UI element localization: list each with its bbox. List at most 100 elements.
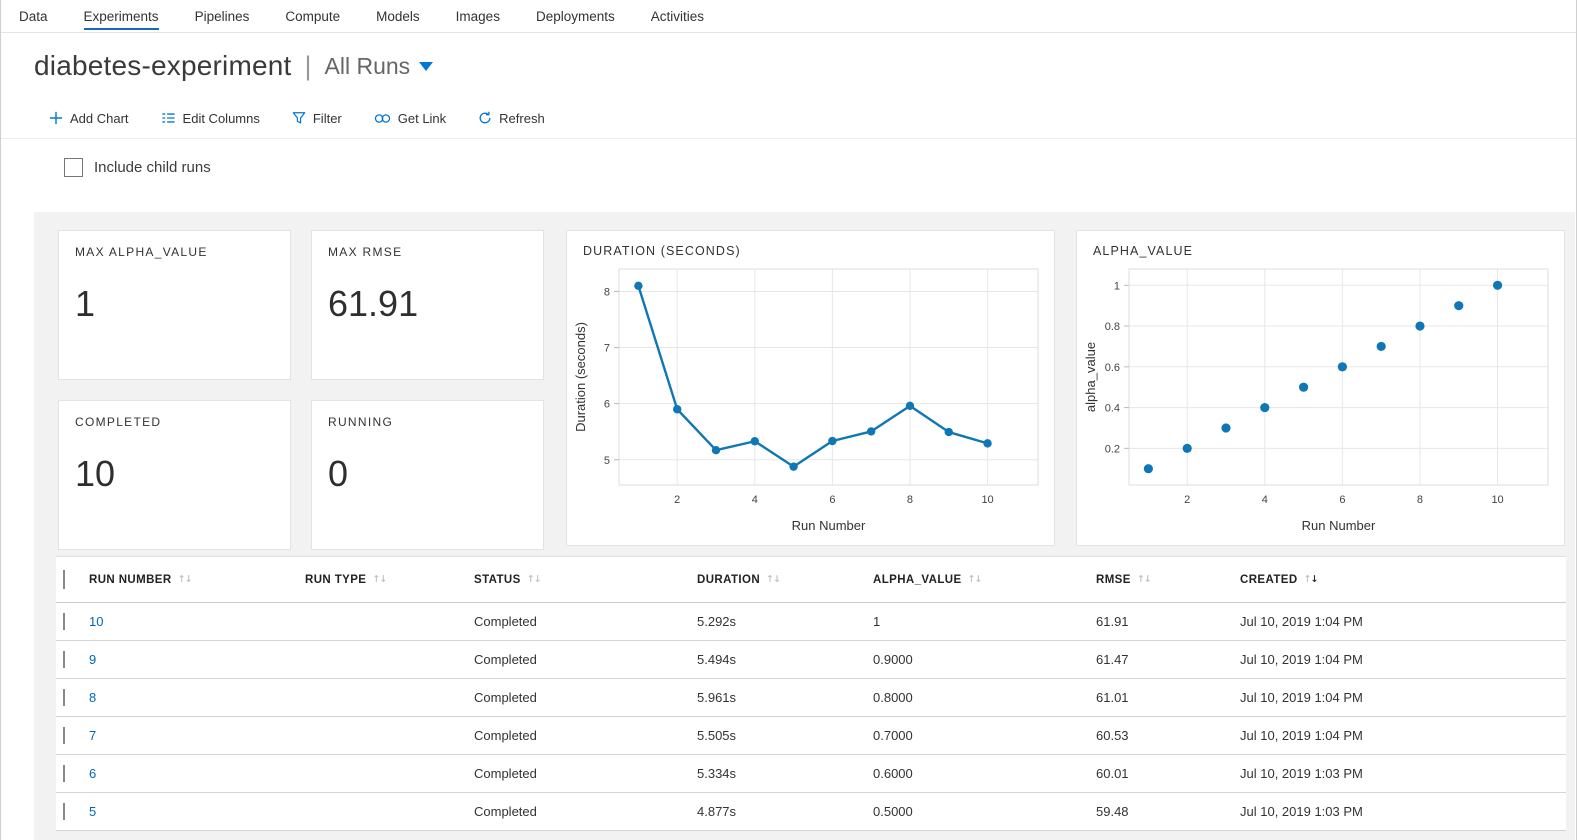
options-row: Include child runs — [64, 158, 211, 177]
refresh-button[interactable]: Refresh — [478, 111, 545, 126]
tab-pipelines[interactable]: Pipelines — [195, 0, 250, 32]
cell-alpha-value: 0.5000 — [873, 804, 1096, 819]
row-checkbox[interactable] — [63, 613, 65, 630]
svg-text:0.6: 0.6 — [1105, 362, 1120, 374]
toolbar-button-label: Filter — [313, 111, 342, 126]
svg-text:7: 7 — [604, 343, 610, 355]
toolbar: Add Chart Edit Columns Filter Get Link Refre… — [49, 104, 545, 132]
y-axis-label: Duration (seconds) — [573, 322, 588, 432]
cell-alpha-value: 0.7000 — [873, 728, 1096, 743]
row-checkbox-cell — [56, 652, 89, 667]
view-selector-label: All Runs — [325, 53, 411, 80]
row-checkbox-cell — [56, 690, 89, 705]
stat-card-max-alpha-value: MAX ALPHA_VALUE1 — [58, 230, 291, 380]
tab-compute[interactable]: Compute — [285, 0, 340, 32]
stat-card-completed: COMPLETED10 — [58, 400, 291, 550]
tab-experiments[interactable]: Experiments — [84, 0, 159, 32]
row-checkbox[interactable] — [63, 689, 65, 706]
stat-card-max-rmse: MAX RMSE61.91 — [311, 230, 544, 380]
edit-columns-icon — [161, 111, 176, 125]
sort-icon: ↑↓ — [372, 574, 386, 585]
cell-status: Completed — [474, 766, 697, 781]
cell-duration: 5.494s — [697, 652, 873, 667]
stat-card-value: 61.91 — [328, 283, 543, 325]
cell-created: Jul 10, 2019 1:04 PM — [1240, 614, 1566, 629]
run-number-link[interactable]: 8 — [89, 690, 96, 705]
page-title: diabetes-experiment | All Runs — [34, 50, 433, 82]
select-all-checkbox[interactable] — [63, 570, 65, 589]
experiment-name: diabetes-experiment — [34, 50, 292, 82]
cell-alpha-value: 0.8000 — [873, 690, 1096, 705]
line-chart-svg: 5678246810Run NumberDuration (seconds) — [573, 261, 1050, 543]
include-child-runs-checkbox[interactable] — [64, 158, 83, 177]
column-header-label: CREATED — [1240, 574, 1298, 586]
tab-data[interactable]: Data — [19, 0, 48, 32]
duration-seconds-chart-panel: DURATION (SECONDS)5678246810Run NumberDu… — [566, 230, 1055, 546]
tab-deployments[interactable]: Deployments — [536, 0, 615, 32]
column-header-run-number[interactable]: RUN NUMBER↑↓ — [89, 574, 305, 586]
cell-rmse: 61.91 — [1096, 614, 1240, 629]
toolbar-button-label: Get Link — [398, 111, 446, 126]
run-number-link[interactable]: 10 — [89, 614, 103, 629]
stat-card-running: RUNNING0 — [311, 400, 544, 550]
column-header-label: STATUS — [474, 574, 521, 586]
get-link-button[interactable]: Get Link — [374, 111, 446, 126]
cell-run-number: 7 — [89, 728, 305, 743]
edit-columns-button[interactable]: Edit Columns — [161, 111, 260, 126]
tab-models[interactable]: Models — [376, 0, 420, 32]
stat-card-label: MAX ALPHA_VALUE — [75, 245, 290, 259]
run-number-link[interactable]: 7 — [89, 728, 96, 743]
column-header-run-type[interactable]: RUN TYPE ↑↓ — [305, 574, 474, 586]
toolbar-button-label: Add Chart — [70, 111, 129, 126]
run-number-link[interactable]: 9 — [89, 652, 96, 667]
view-selector-dropdown[interactable]: All Runs — [325, 53, 434, 80]
svg-text:0.2: 0.2 — [1105, 443, 1120, 455]
table-row: 7Completed5.505s0.700060.53Jul 10, 2019 … — [56, 717, 1566, 755]
link-icon — [374, 113, 391, 124]
row-checkbox[interactable] — [63, 803, 65, 820]
column-header-alpha-value[interactable]: ALPHA_VALUE↑↓ — [873, 574, 1096, 586]
filter-icon — [292, 111, 306, 125]
cell-rmse: 60.53 — [1096, 728, 1240, 743]
row-checkbox[interactable] — [63, 765, 65, 782]
svg-text:8: 8 — [907, 494, 913, 506]
cell-created: Jul 10, 2019 1:03 PM — [1240, 766, 1566, 781]
toolbar-button-label: Refresh — [499, 111, 545, 126]
cell-rmse: 61.01 — [1096, 690, 1240, 705]
add-chart-button[interactable]: Add Chart — [49, 111, 129, 126]
table-row: 6Completed5.334s0.600060.01Jul 10, 2019 … — [56, 755, 1566, 793]
chevron-down-icon — [419, 62, 433, 71]
row-checkbox-cell — [56, 766, 89, 781]
filter-button[interactable]: Filter — [292, 111, 342, 126]
column-header-rmse[interactable]: RMSE↑↓ — [1096, 574, 1240, 586]
column-header-created[interactable]: CREATED↑↓ — [1240, 574, 1566, 586]
svg-text:2: 2 — [1184, 494, 1190, 506]
tab-activities[interactable]: Activities — [651, 0, 704, 32]
run-number-link[interactable]: 5 — [89, 804, 96, 819]
table-row: 10Completed5.292s161.91Jul 10, 2019 1:04… — [56, 603, 1566, 641]
sort-icon: ↑↓ — [1137, 574, 1151, 585]
column-header-status[interactable]: STATUS↑↓ — [474, 574, 697, 586]
x-axis-label: Run Number — [792, 518, 866, 533]
svg-text:0.4: 0.4 — [1105, 403, 1120, 415]
alpha-value-chart-panel: ALPHA_VALUE0.20.40.60.81246810Run Number… — [1076, 230, 1565, 546]
include-child-runs-label: Include child runs — [94, 159, 211, 176]
svg-text:4: 4 — [752, 494, 758, 506]
run-number-link[interactable]: 6 — [89, 766, 96, 781]
row-checkbox[interactable] — [63, 651, 65, 668]
svg-text:6: 6 — [1339, 494, 1345, 506]
stat-card-value: 0 — [328, 453, 543, 495]
app-window: Data Experiments Pipelines Compute Models Ima… — [0, 0, 1577, 840]
column-header-label: RUN TYPE — [305, 574, 366, 586]
sort-icon: ↑↓ — [178, 574, 192, 585]
svg-text:10: 10 — [1491, 494, 1503, 506]
row-checkbox[interactable] — [63, 727, 65, 744]
cell-alpha-value: 0.9000 — [873, 652, 1096, 667]
column-header-label: ALPHA_VALUE — [873, 574, 962, 586]
svg-text:6: 6 — [604, 399, 610, 411]
column-header-duration[interactable]: DURATION↑↓ — [697, 574, 873, 586]
tab-images[interactable]: Images — [456, 0, 500, 32]
svg-text:8: 8 — [1417, 494, 1423, 506]
cell-duration: 5.961s — [697, 690, 873, 705]
plus-icon — [49, 111, 63, 125]
